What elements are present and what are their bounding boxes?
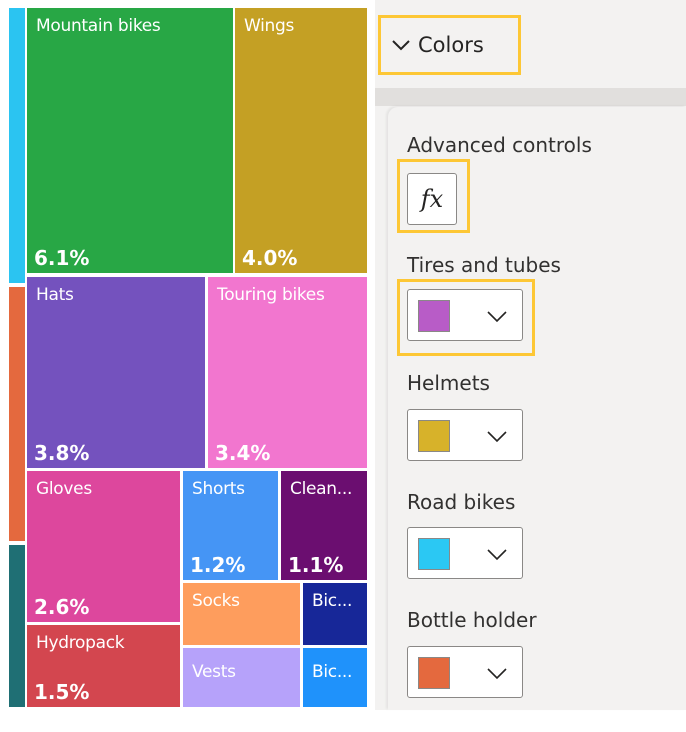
color-swatch	[418, 420, 450, 452]
tile-value: 2.6%	[34, 595, 90, 619]
tile-value: 4.0%	[242, 246, 298, 270]
treemap-tile-gloves[interactable]: Gloves 2.6%	[27, 471, 180, 622]
tile-label: Vests	[192, 662, 236, 682]
treemap-group-strip-road-bikes[interactable]	[9, 8, 25, 283]
tile-label: Hats	[36, 285, 74, 305]
chevron-down-icon	[487, 668, 507, 680]
tile-value: 1.1%	[288, 553, 344, 577]
treemap-tile-socks[interactable]: Socks	[183, 583, 300, 645]
tile-value: 3.8%	[34, 441, 90, 465]
tile-value: 3.4%	[215, 441, 271, 465]
tile-label: Wings	[244, 16, 295, 36]
treemap-group-strip-bottle-holder[interactable]	[9, 287, 25, 541]
advanced-controls-label: Advanced controls	[407, 133, 592, 157]
color-swatch	[418, 657, 450, 689]
color-swatch	[418, 538, 450, 570]
color-picker-helmets[interactable]	[407, 409, 523, 461]
treemap-tile-bic-2[interactable]: Bic...	[303, 648, 367, 707]
treemap-tile-bic-1[interactable]: Bic...	[303, 583, 367, 645]
treemap-tile-clean[interactable]: Clean... 1.1%	[281, 471, 367, 580]
color-picker-road-bikes[interactable]	[407, 527, 523, 579]
pane-divider	[375, 88, 686, 106]
highlight-box-fx	[397, 159, 470, 233]
tile-label: Bic...	[312, 591, 353, 611]
tile-label: Touring bikes	[217, 285, 325, 305]
color-label-helmets: Helmets	[407, 371, 490, 395]
highlight-box-colors	[378, 15, 521, 75]
tile-value: 1.5%	[34, 680, 90, 704]
chevron-down-icon	[487, 549, 507, 561]
treemap-group-strip-teal[interactable]	[9, 545, 25, 707]
tile-label: Shorts	[192, 479, 245, 499]
tile-label: Clean...	[290, 479, 353, 499]
treemap-tile-hats[interactable]: Hats 3.8%	[27, 277, 205, 468]
tile-value: 6.1%	[34, 246, 90, 270]
chevron-down-icon	[487, 431, 507, 443]
tile-label: Socks	[192, 591, 240, 611]
highlight-box-tires-and-tubes	[397, 279, 535, 356]
tile-label: Hydropack	[36, 633, 125, 653]
color-picker-bottle-holder[interactable]	[407, 646, 523, 698]
tile-label: Gloves	[36, 479, 92, 499]
tile-label: Bic...	[312, 662, 353, 682]
treemap-tile-shorts[interactable]: Shorts 1.2%	[183, 471, 278, 580]
tile-value: 1.2%	[190, 553, 246, 577]
treemap-tile-wings[interactable]: Wings 4.0%	[235, 8, 367, 273]
treemap-tile-vests[interactable]: Vests	[183, 648, 300, 707]
treemap-tile-touring-bikes[interactable]: Touring bikes 3.4%	[208, 277, 367, 468]
color-label-tires-and-tubes: Tires and tubes	[407, 253, 561, 277]
tile-label: Mountain bikes	[36, 16, 161, 36]
treemap-tile-hydropack[interactable]: Hydropack 1.5%	[27, 625, 180, 707]
color-label-road-bikes: Road bikes	[407, 490, 516, 514]
color-label-bottle-holder: Bottle holder	[407, 608, 537, 632]
treemap-tile-mountain-bikes[interactable]: Mountain bikes 6.1%	[27, 8, 233, 273]
